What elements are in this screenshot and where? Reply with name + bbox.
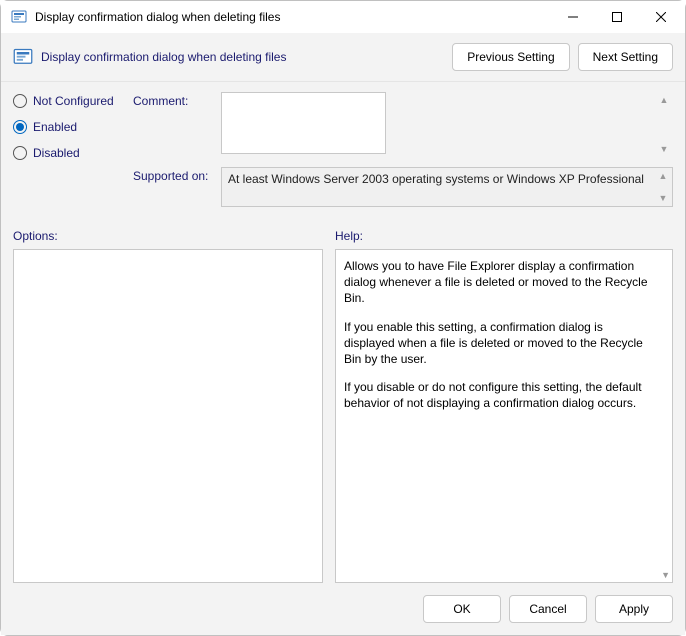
comment-input[interactable]: [221, 92, 386, 154]
apply-button[interactable]: Apply: [595, 595, 673, 623]
help-pane-column: Help: Allows you to have File Explorer d…: [335, 219, 673, 583]
lower-panes: Options: Help: Allows you to have File E…: [1, 219, 685, 583]
window-title: Display confirmation dialog when deletin…: [35, 10, 551, 24]
help-paragraph: If you enable this setting, a confirmati…: [344, 319, 654, 368]
options-box: [13, 249, 323, 583]
options-pane-column: Options:: [13, 219, 323, 583]
radio-disabled[interactable]: Disabled: [13, 146, 133, 160]
scroll-down-icon: ▼: [657, 144, 671, 154]
scroll-down-icon: ▼: [656, 193, 670, 203]
settings-upper: Not Configured Enabled Disabled Comment:…: [1, 82, 685, 219]
policy-icon: [13, 47, 33, 67]
scroll-up-icon: ▲: [657, 95, 671, 105]
minimize-button[interactable]: [551, 2, 595, 32]
previous-setting-button[interactable]: Previous Setting: [452, 43, 569, 71]
policy-title: Display confirmation dialog when deletin…: [41, 50, 444, 64]
radio-not-configured[interactable]: Not Configured: [13, 94, 133, 108]
window-controls: [551, 2, 683, 32]
help-label: Help:: [335, 219, 673, 249]
supported-row: Supported on: At least Windows Server 20…: [133, 167, 673, 207]
close-button[interactable]: [639, 2, 683, 32]
fields-column: Comment: ▲ ▼ Supported on: At least Wind…: [133, 92, 673, 207]
header-band: Display confirmation dialog when deletin…: [1, 33, 685, 82]
supported-on-text: At least Windows Server 2003 operating s…: [228, 172, 644, 186]
footer: OK Cancel Apply: [1, 583, 685, 635]
cancel-button[interactable]: Cancel: [509, 595, 587, 623]
help-paragraph: Allows you to have File Explorer display…: [344, 258, 654, 307]
supported-label: Supported on:: [133, 167, 213, 183]
help-box: Allows you to have File Explorer display…: [335, 249, 673, 583]
help-paragraph: If you disable or do not configure this …: [344, 379, 654, 411]
next-setting-button[interactable]: Next Setting: [578, 43, 673, 71]
app-icon: [11, 9, 27, 25]
radio-label: Enabled: [33, 120, 77, 134]
maximize-button[interactable]: [595, 2, 639, 32]
scroll-down-icon: ▼: [661, 570, 670, 580]
comment-row: Comment: ▲ ▼: [133, 92, 673, 157]
supported-on-box: At least Windows Server 2003 operating s…: [221, 167, 673, 207]
ok-button[interactable]: OK: [423, 595, 501, 623]
comment-label: Comment:: [133, 92, 213, 108]
help-text: Allows you to have File Explorer display…: [344, 258, 654, 412]
radio-enabled[interactable]: Enabled: [13, 120, 133, 134]
radio-label: Not Configured: [33, 94, 114, 108]
radio-label: Disabled: [33, 146, 80, 160]
scroll-up-icon: ▲: [656, 171, 670, 181]
options-label: Options:: [13, 219, 323, 249]
titlebar: Display confirmation dialog when deletin…: [1, 1, 685, 33]
state-radio-group: Not Configured Enabled Disabled: [13, 92, 133, 207]
